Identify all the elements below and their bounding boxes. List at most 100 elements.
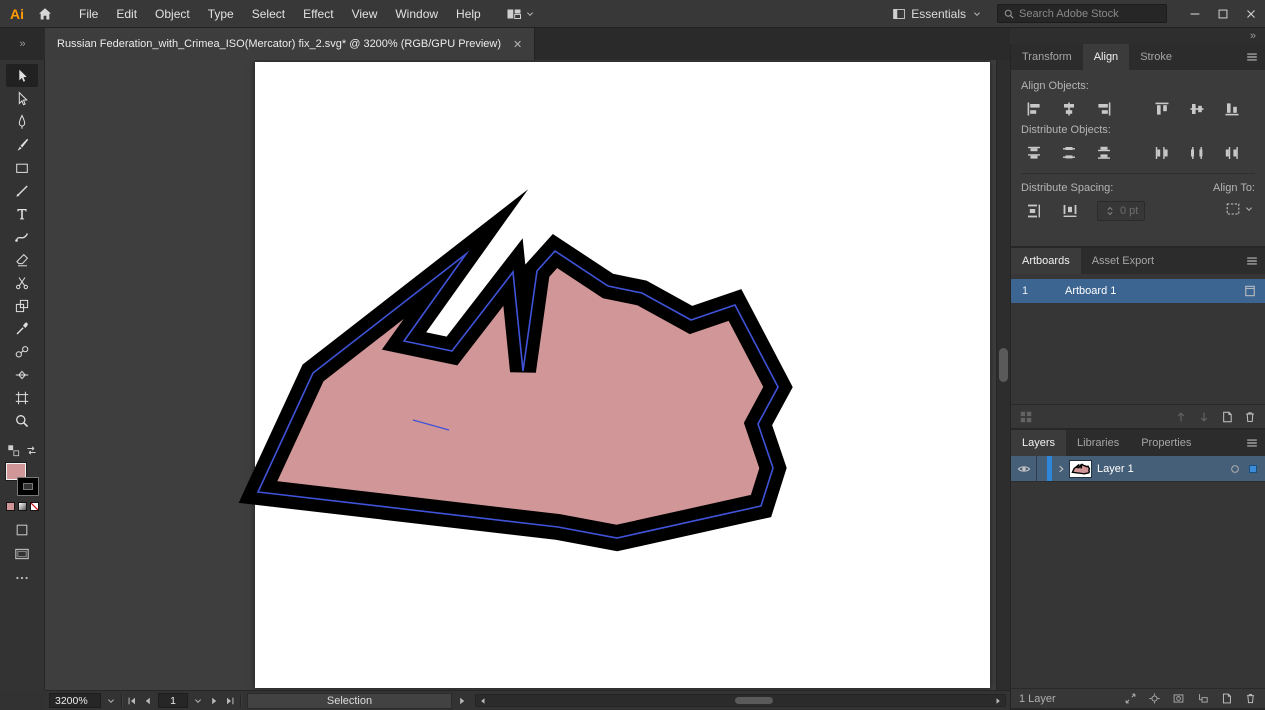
lock-cell[interactable] bbox=[1037, 456, 1047, 481]
edit-toolbar-button[interactable] bbox=[6, 567, 38, 589]
distribute-vertical-top-button[interactable] bbox=[1021, 141, 1046, 165]
panel-menu-icon[interactable] bbox=[1239, 44, 1265, 70]
menu-effect[interactable]: Effect bbox=[294, 7, 342, 21]
menu-help[interactable]: Help bbox=[447, 7, 490, 21]
new-layer-icon[interactable] bbox=[1220, 692, 1233, 705]
selection-tool[interactable] bbox=[6, 64, 38, 87]
stroke-swatch[interactable] bbox=[18, 478, 38, 495]
rearrange-artboards-icon[interactable] bbox=[1019, 410, 1033, 424]
shape-builder-tool[interactable] bbox=[6, 294, 38, 317]
stock-search-input[interactable] bbox=[1019, 8, 1161, 20]
new-sublayer-icon[interactable] bbox=[1196, 692, 1209, 705]
pen-tool[interactable] bbox=[6, 110, 38, 133]
tab-layers[interactable]: Layers bbox=[1011, 430, 1066, 456]
distribute-spacing-horizontal-button[interactable] bbox=[1057, 199, 1083, 223]
double-chevron-icon[interactable]: » bbox=[1250, 30, 1256, 42]
align-vertical-bottom-button[interactable] bbox=[1220, 97, 1245, 121]
panel-menu-icon[interactable] bbox=[1239, 430, 1265, 456]
artboard-row[interactable]: 1 Artboard 1 bbox=[1011, 279, 1265, 303]
align-horizontal-right-button[interactable] bbox=[1092, 97, 1117, 121]
align-horizontal-center-button[interactable] bbox=[1056, 97, 1081, 121]
new-artboard-icon[interactable] bbox=[1220, 410, 1234, 424]
arrange-documents-button[interactable] bbox=[506, 6, 536, 22]
vertical-scrollbar[interactable] bbox=[996, 60, 1010, 690]
expand-panel-icon[interactable] bbox=[1124, 692, 1137, 705]
menu-window[interactable]: Window bbox=[386, 7, 447, 21]
eraser-tool[interactable] bbox=[6, 248, 38, 271]
layer-thumbnail[interactable] bbox=[1070, 461, 1091, 477]
make-clip-mask-icon[interactable] bbox=[1172, 692, 1185, 705]
none-button[interactable] bbox=[30, 502, 39, 511]
home-button[interactable] bbox=[32, 0, 58, 28]
layer-selection-indicator[interactable] bbox=[1249, 465, 1257, 473]
tab-stroke[interactable]: Stroke bbox=[1129, 44, 1183, 70]
previous-artboard-button[interactable] bbox=[142, 695, 154, 707]
pencil-tool[interactable] bbox=[6, 179, 38, 202]
tab-transform[interactable]: Transform bbox=[1011, 44, 1083, 70]
vertical-scroll-thumb[interactable] bbox=[999, 348, 1008, 382]
screen-mode-button[interactable] bbox=[6, 543, 38, 565]
locate-object-icon[interactable] bbox=[1148, 692, 1161, 705]
artboard-page-icon[interactable] bbox=[1243, 284, 1257, 298]
stepper-arrows-icon[interactable] bbox=[1104, 205, 1116, 217]
default-fill-stroke-icon[interactable] bbox=[7, 444, 20, 457]
distribute-vertical-bottom-button[interactable] bbox=[1092, 141, 1117, 165]
distribute-horizontal-right-button[interactable] bbox=[1220, 141, 1245, 165]
eyedropper-tool[interactable] bbox=[6, 317, 38, 340]
menu-edit[interactable]: Edit bbox=[107, 7, 146, 21]
menu-object[interactable]: Object bbox=[146, 7, 199, 21]
last-artboard-button[interactable] bbox=[224, 695, 236, 707]
stock-search-box[interactable] bbox=[997, 4, 1167, 23]
minimize-button[interactable] bbox=[1181, 0, 1209, 28]
align-vertical-top-button[interactable] bbox=[1149, 97, 1174, 121]
distribute-horizontal-left-button[interactable] bbox=[1149, 141, 1174, 165]
layer-name[interactable]: Layer 1 bbox=[1097, 463, 1228, 475]
paintbrush-tool[interactable] bbox=[6, 133, 38, 156]
tab-libraries[interactable]: Libraries bbox=[1066, 430, 1130, 456]
scroll-right-icon[interactable] bbox=[993, 696, 1003, 706]
artboard-name[interactable]: Artboard 1 bbox=[1039, 285, 1243, 297]
artboard-tool[interactable] bbox=[6, 386, 38, 409]
delete-layer-icon[interactable] bbox=[1244, 692, 1257, 705]
menu-select[interactable]: Select bbox=[243, 7, 294, 21]
first-artboard-button[interactable] bbox=[126, 695, 138, 707]
spacing-stepper[interactable]: 0 pt bbox=[1097, 201, 1145, 221]
distribute-spacing-vertical-button[interactable] bbox=[1021, 199, 1047, 223]
menu-file[interactable]: File bbox=[70, 7, 107, 21]
distribute-vertical-center-button[interactable] bbox=[1056, 141, 1081, 165]
status-menu-icon[interactable] bbox=[456, 695, 468, 707]
visibility-toggle[interactable] bbox=[1011, 456, 1037, 481]
direct-selection-tool[interactable] bbox=[6, 87, 38, 110]
app-logo[interactable]: Ai bbox=[0, 6, 32, 22]
rectangle-tool[interactable] bbox=[6, 156, 38, 179]
menu-view[interactable]: View bbox=[343, 7, 387, 21]
menu-type[interactable]: Type bbox=[199, 7, 243, 21]
layer-target-icon[interactable] bbox=[1228, 462, 1242, 476]
type-tool[interactable] bbox=[6, 202, 38, 225]
next-artboard-button[interactable] bbox=[208, 695, 220, 707]
align-to-button[interactable] bbox=[1225, 201, 1255, 217]
delete-artboard-icon[interactable] bbox=[1243, 410, 1257, 424]
zoom-tool[interactable] bbox=[6, 409, 38, 432]
scroll-left-icon[interactable] bbox=[478, 696, 488, 706]
horizontal-scrollbar[interactable] bbox=[475, 694, 1006, 707]
tab-asset-export[interactable]: Asset Export bbox=[1081, 248, 1165, 274]
tab-close-icon[interactable]: ✕ bbox=[513, 38, 522, 51]
gradient-button[interactable] bbox=[18, 502, 27, 511]
workspace-switcher[interactable]: Essentials bbox=[892, 7, 983, 21]
curvature-tool[interactable] bbox=[6, 225, 38, 248]
layer-row[interactable]: Layer 1 bbox=[1011, 456, 1265, 482]
map-shape[interactable] bbox=[258, 251, 778, 538]
zoom-level-control[interactable]: 3200% bbox=[49, 693, 101, 708]
distribute-horizontal-center-button[interactable] bbox=[1184, 141, 1209, 165]
drawing-mode-button[interactable] bbox=[6, 519, 38, 541]
expand-layer-icon[interactable] bbox=[1055, 463, 1067, 475]
tab-artboards[interactable]: Artboards bbox=[1011, 248, 1081, 274]
document-tab[interactable]: Russian Federation_with_Crimea_ISO(Merca… bbox=[45, 28, 535, 60]
artboard-dropdown-icon[interactable] bbox=[192, 695, 204, 707]
close-button[interactable] bbox=[1237, 0, 1265, 28]
tab-properties[interactable]: Properties bbox=[1130, 430, 1202, 456]
scissors-tool[interactable] bbox=[6, 271, 38, 294]
tab-align[interactable]: Align bbox=[1083, 44, 1129, 70]
move-up-icon[interactable] bbox=[1174, 410, 1188, 424]
